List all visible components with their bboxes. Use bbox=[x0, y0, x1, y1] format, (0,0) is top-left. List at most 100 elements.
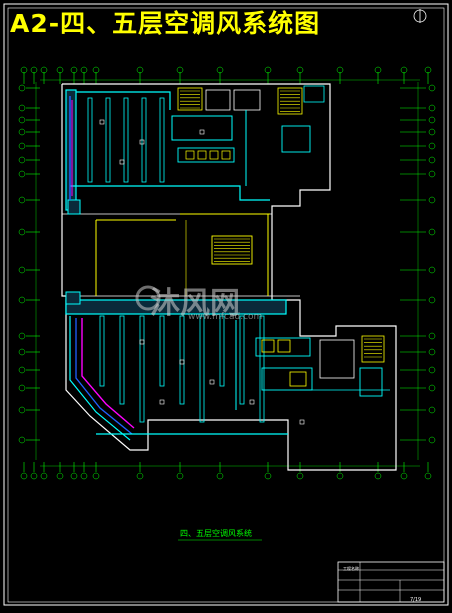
grid-bubble-left bbox=[18, 296, 26, 304]
grid-bubble-bottom bbox=[400, 472, 408, 480]
air-diffuser bbox=[209, 379, 215, 385]
fan-coil-unit bbox=[221, 150, 231, 160]
shaft-upper-right bbox=[281, 125, 311, 153]
stair-upper-1 bbox=[177, 87, 203, 111]
grid-bubble-left bbox=[18, 436, 26, 444]
grid-bubble-right bbox=[428, 384, 436, 392]
plan-caption: 四、五层空调风系统 bbox=[180, 529, 252, 538]
grid-bubble-bottom bbox=[136, 472, 144, 480]
grid-bubble-bottom bbox=[264, 472, 272, 480]
branch-duct-lower bbox=[99, 315, 105, 387]
grid-bubble-right bbox=[428, 228, 436, 236]
equipment-room-lower-2 bbox=[261, 367, 313, 391]
grid-bubble-right bbox=[428, 366, 436, 374]
branch-duct-upper bbox=[159, 97, 165, 183]
grid-bubble-left bbox=[18, 384, 26, 392]
grid-bubble-bottom bbox=[424, 472, 432, 480]
building-outline bbox=[61, 83, 397, 471]
duct-loop-upper bbox=[171, 115, 233, 141]
supply-duct-mid bbox=[70, 185, 270, 201]
grid-bubble-left bbox=[18, 348, 26, 356]
grid-bubble-right bbox=[428, 84, 436, 92]
elevator-shaft-lower bbox=[359, 367, 383, 397]
stair-lower bbox=[361, 335, 385, 363]
grid-bubble-right bbox=[428, 436, 436, 444]
air-diffuser bbox=[199, 129, 205, 135]
equipment-room-1 bbox=[205, 89, 231, 111]
grid-bubble-bottom bbox=[296, 472, 304, 480]
grid-bubble-bottom bbox=[92, 472, 100, 480]
grid-bubble-left bbox=[18, 366, 26, 374]
air-handler-upper bbox=[67, 199, 81, 215]
grid-bubble-left bbox=[18, 406, 26, 414]
branch-duct-upper bbox=[105, 97, 111, 183]
grid-bubble-right bbox=[428, 128, 436, 136]
grid-bubble-left bbox=[18, 156, 26, 164]
grid-bubble-left bbox=[18, 84, 26, 92]
branch-duct-lower bbox=[159, 315, 165, 387]
grid-bubble-bottom bbox=[336, 472, 344, 480]
central-stair bbox=[211, 235, 253, 265]
air-diffuser bbox=[119, 159, 125, 165]
branch-duct-lower bbox=[139, 315, 145, 423]
fan-coil-unit bbox=[185, 150, 195, 160]
grid-bubble-right bbox=[428, 196, 436, 204]
grid-bubble-left bbox=[18, 170, 26, 178]
grid-bubble-left bbox=[18, 142, 26, 150]
grid-bubble-left bbox=[18, 116, 26, 124]
grid-bubble-right bbox=[428, 406, 436, 414]
grid-bubble-bottom bbox=[30, 472, 38, 480]
grid-bubble-bottom bbox=[70, 472, 78, 480]
equipment-lower-unit-3 bbox=[289, 371, 307, 387]
grid-bubble-right bbox=[428, 170, 436, 178]
grid-bubble-left bbox=[18, 228, 26, 236]
branch-duct-lower bbox=[219, 315, 225, 387]
grid-bubble-bottom bbox=[80, 472, 88, 480]
grid-bubble-right bbox=[428, 296, 436, 304]
grid-bubble-bottom bbox=[56, 472, 64, 480]
drawing-sheet: A2-四、五层空调风系统图 四、五层空调风系统 沐风网 www.mfcad.co… bbox=[0, 0, 452, 609]
equipment-room-2 bbox=[233, 89, 261, 111]
air-diffuser bbox=[99, 119, 105, 125]
grid-bubble-right bbox=[428, 332, 436, 340]
grid-bubble-bottom bbox=[176, 472, 184, 480]
fan-coil-unit bbox=[197, 150, 207, 160]
air-diffuser bbox=[179, 359, 185, 365]
grid-bubble-bottom bbox=[20, 472, 28, 480]
grid-bubble-bottom bbox=[216, 472, 224, 480]
branch-duct-upper bbox=[123, 97, 129, 183]
title-block-label: 工程名称 bbox=[343, 566, 359, 571]
fan-coil-unit bbox=[209, 150, 219, 160]
grid-bubble-right bbox=[428, 156, 436, 164]
shaft-upper-corner bbox=[303, 85, 325, 103]
air-diffuser bbox=[139, 339, 145, 345]
lobby-room bbox=[319, 339, 355, 379]
grid-bubble-right bbox=[428, 348, 436, 356]
grid-bubble-bottom bbox=[374, 472, 382, 480]
sheet-number: 7/19 bbox=[410, 597, 422, 603]
watermark-url: www.mfcad.com bbox=[188, 312, 263, 322]
magenta-duct-lower bbox=[81, 318, 135, 429]
branch-duct-lower bbox=[239, 315, 245, 405]
air-handler-lower bbox=[65, 291, 81, 305]
main-duct-left-upper bbox=[65, 89, 77, 211]
grid-bubble-left bbox=[18, 196, 26, 204]
grid-bubble-right bbox=[428, 104, 436, 112]
branch-duct-upper bbox=[87, 97, 93, 183]
grid-bubble-bottom bbox=[40, 472, 48, 480]
air-diffuser bbox=[159, 399, 165, 405]
grid-bubble-right bbox=[428, 266, 436, 274]
grid-bubble-left bbox=[18, 266, 26, 274]
grid-bubble-right bbox=[428, 142, 436, 150]
supply-duct-top bbox=[76, 91, 171, 110]
grid-bubble-left bbox=[18, 332, 26, 340]
equipment-lower-unit-2 bbox=[277, 339, 291, 353]
air-diffuser bbox=[299, 419, 305, 425]
grid-bubble-left bbox=[18, 128, 26, 136]
grid-bubble-left bbox=[18, 104, 26, 112]
branch-duct-lower bbox=[199, 315, 205, 423]
air-diffuser bbox=[249, 399, 255, 405]
grid-bubble-right bbox=[428, 116, 436, 124]
drawing-title: A2-四、五层空调风系统图 bbox=[10, 9, 321, 38]
branch-duct-lower bbox=[119, 315, 125, 405]
